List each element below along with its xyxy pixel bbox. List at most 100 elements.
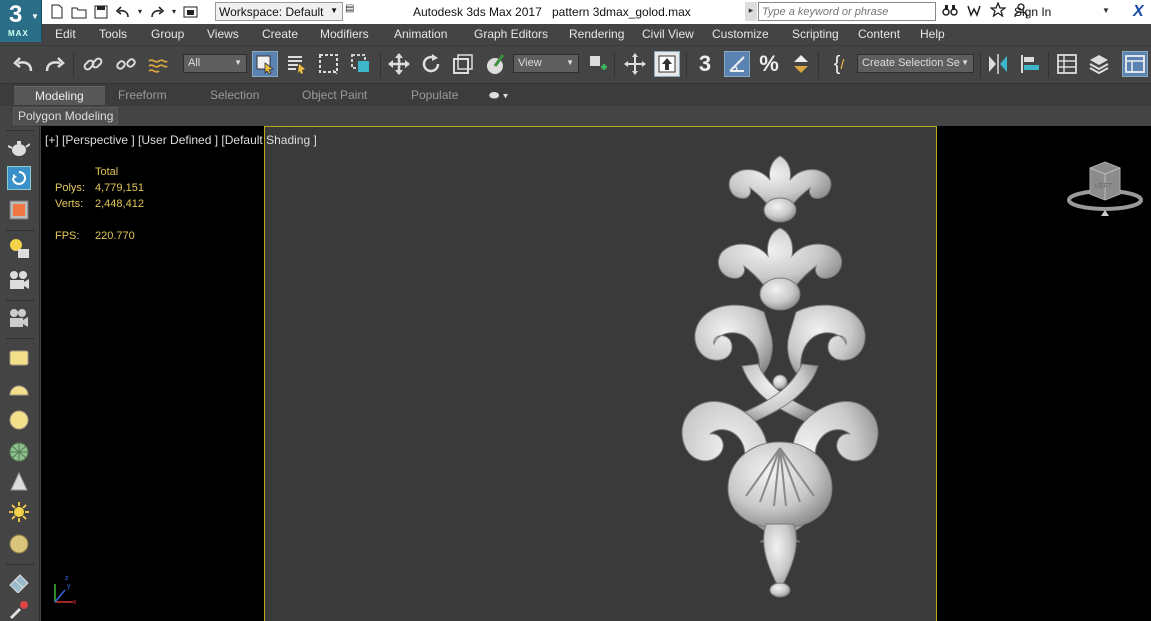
pivot-center-icon[interactable] <box>585 51 611 77</box>
sun-icon[interactable] <box>7 500 31 524</box>
material-ball-icon[interactable] <box>7 532 31 556</box>
viewport-label-menu[interactable]: [+] [Perspective ] [User Defined ] [Defa… <box>45 133 317 147</box>
polys-label: Polys: <box>55 182 85 194</box>
unlink-icon[interactable] <box>113 51 139 77</box>
tab-object-paint[interactable]: Object Paint <box>302 88 367 102</box>
menu-scripting[interactable]: Scripting <box>792 27 839 41</box>
menu-edit[interactable]: Edit <box>55 27 76 41</box>
reference-coordinate-dropdown[interactable]: View ▼ <box>513 54 579 73</box>
communication-center-icon[interactable] <box>966 3 982 20</box>
bind-space-warp-icon[interactable] <box>145 51 171 77</box>
undo-dropdown-icon[interactable]: ▾ <box>136 3 144 20</box>
favorites-star-icon[interactable] <box>989 1 1007 20</box>
loop-icon[interactable] <box>7 166 31 190</box>
menu-rendering[interactable]: Rendering <box>569 27 624 41</box>
divider <box>6 130 34 131</box>
camera-icon[interactable] <box>7 268 31 292</box>
chevron-down-icon: ▼ <box>31 12 39 21</box>
tab-freeform[interactable]: Freeform <box>118 88 167 102</box>
tab-populate[interactable]: Populate <box>411 88 458 102</box>
sphere-primitive-icon[interactable] <box>7 408 31 432</box>
place-icon[interactable] <box>482 51 508 77</box>
new-file-icon[interactable] <box>48 3 66 20</box>
cone-primitive-icon[interactable] <box>7 470 31 494</box>
menu-content[interactable]: Content <box>858 27 900 41</box>
menu-bar: Edit Tools Group Views Create Modifiers … <box>0 24 1151 45</box>
workspace-dropdown[interactable]: Workspace: Default ▼ <box>215 2 343 21</box>
spinner-snap-icon[interactable] <box>788 51 814 77</box>
percent-snap-icon[interactable]: % <box>756 51 782 77</box>
teapot-icon[interactable] <box>7 136 31 160</box>
undo-icon[interactable] <box>114 3 132 20</box>
workspace-menu-icon[interactable]: ▤ <box>345 3 354 14</box>
select-by-name-icon[interactable] <box>284 51 310 77</box>
scale-icon[interactable] <box>450 51 476 77</box>
menu-animation[interactable]: Animation <box>394 27 447 41</box>
stats-header: Total <box>95 166 119 178</box>
grid-snap-icon[interactable] <box>7 570 31 594</box>
divider <box>6 230 34 231</box>
ribbon-options-icon[interactable]: ⬬ ▾ <box>489 88 508 103</box>
exchange-apps-icon[interactable]: X <box>1133 3 1144 21</box>
axis-x-label: x <box>73 599 77 606</box>
layer-explorer-icon[interactable] <box>1086 51 1112 77</box>
keyboard-shortcut-override-icon[interactable] <box>654 51 680 77</box>
toggle-ribbon-icon[interactable] <box>1122 51 1148 77</box>
polygon-modeling-panel[interactable]: Polygon Modeling <box>13 107 119 125</box>
menu-customize[interactable]: Customize <box>712 27 769 41</box>
mirror-icon[interactable] <box>985 51 1011 77</box>
perspective-viewport[interactable]: [+] [Perspective ] [User Defined ] [Defa… <box>41 126 1151 621</box>
window-crossing-icon[interactable] <box>348 51 374 77</box>
rectangular-selection-icon[interactable] <box>316 51 342 77</box>
search-input[interactable] <box>758 2 936 21</box>
menu-help[interactable]: Help <box>920 27 945 41</box>
sign-in-button[interactable]: Sign In <box>1014 5 1051 19</box>
edit-named-selection-icon[interactable]: {/ <box>826 51 852 77</box>
menu-civil-view[interactable]: Civil View <box>642 27 694 41</box>
menu-group[interactable]: Group <box>151 27 184 41</box>
geosphere-icon[interactable] <box>7 440 31 464</box>
redo-icon[interactable] <box>42 51 68 77</box>
tab-modeling[interactable]: Modeling <box>14 86 105 105</box>
undo-icon[interactable] <box>10 51 36 77</box>
move-icon[interactable] <box>386 51 412 77</box>
select-manipulate-icon[interactable] <box>622 51 648 77</box>
rotate-icon[interactable] <box>418 51 444 77</box>
named-selection-set-dropdown[interactable]: Create Selection Se ▼ <box>857 54 974 73</box>
selection-filter-dropdown[interactable]: All ▼ <box>183 54 247 73</box>
select-object-icon[interactable] <box>252 51 278 77</box>
open-folder-icon[interactable] <box>70 3 88 20</box>
menu-views[interactable]: Views <box>207 27 239 41</box>
ornament-model <box>681 155 879 598</box>
menu-create[interactable]: Create <box>262 27 298 41</box>
viewcube[interactable]: LEFT <box>1065 160 1145 220</box>
menu-graph-editors[interactable]: Graph Editors <box>474 27 548 41</box>
save-icon[interactable] <box>92 3 110 20</box>
angle-snap-icon[interactable] <box>724 51 750 77</box>
align-icon[interactable] <box>1017 51 1043 77</box>
light-lister-icon[interactable] <box>7 236 31 260</box>
paint-tool-icon[interactable] <box>7 598 31 621</box>
chevron-down-icon[interactable]: ▼ <box>1102 6 1110 15</box>
binoculars-icon[interactable] <box>942 3 958 20</box>
render-frame-icon[interactable] <box>7 198 31 222</box>
project-folder-icon[interactable] <box>182 3 200 20</box>
selection-filter-value: All <box>188 57 201 69</box>
redo-dropdown-icon[interactable]: ▾ <box>170 3 178 20</box>
hemisphere-primitive-icon[interactable] <box>7 378 31 402</box>
link-icon[interactable] <box>80 51 106 77</box>
box-primitive-icon[interactable] <box>7 346 31 370</box>
axis-tripod: x y z <box>54 575 77 606</box>
fps-label: FPS: <box>55 230 80 242</box>
app-menu-button[interactable]: 3 MAX ▼ <box>0 0 42 42</box>
snap-toggle-icon[interactable]: 3 <box>692 51 718 77</box>
chevron-down-icon: ▼ <box>234 58 242 67</box>
scene-explorer-icon[interactable] <box>1054 51 1080 77</box>
video-camera-icon[interactable] <box>7 306 31 330</box>
tab-selection[interactable]: Selection <box>210 88 259 102</box>
redo-icon[interactable] <box>148 3 166 20</box>
viewcube-face-label: LEFT <box>1095 183 1113 190</box>
menu-tools[interactable]: Tools <box>99 27 127 41</box>
menu-modifiers[interactable]: Modifiers <box>320 27 369 41</box>
chevron-right-icon[interactable]: ▸ <box>745 2 757 21</box>
